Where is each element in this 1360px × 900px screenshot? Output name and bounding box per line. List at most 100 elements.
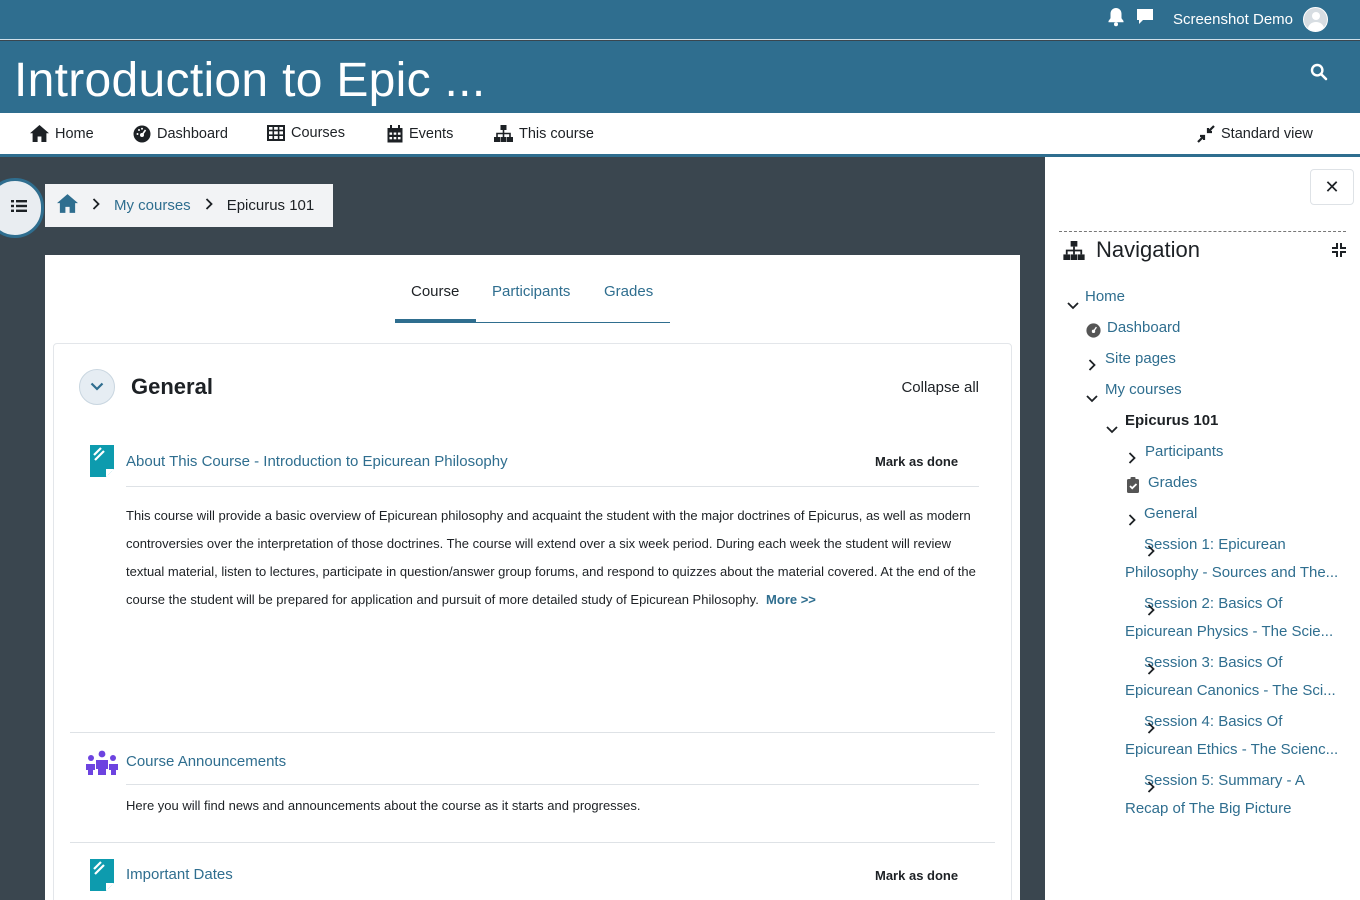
nav-tree-label: General bbox=[1144, 505, 1198, 522]
chevron-down-icon bbox=[90, 378, 104, 396]
nav-tree-label: Session 2: Basics Of Epicurean Physics -… bbox=[1125, 595, 1334, 640]
course-index-toggle[interactable] bbox=[0, 178, 44, 238]
primary-navigation: Home Dashboard Courses Events This cours… bbox=[0, 113, 1360, 157]
home-icon bbox=[30, 125, 49, 142]
page-activity-icon bbox=[90, 859, 114, 896]
dashboard-icon bbox=[133, 125, 151, 143]
nav-tree-label: My courses bbox=[1105, 381, 1182, 398]
breadcrumb-home-icon[interactable] bbox=[57, 194, 78, 217]
close-drawer-button[interactable]: ✕ bbox=[1310, 169, 1354, 205]
divider bbox=[70, 842, 995, 843]
activity-title-announcements[interactable]: Course Announcements bbox=[126, 753, 286, 770]
divider bbox=[70, 732, 995, 733]
list-icon bbox=[11, 199, 27, 218]
dashboard-icon bbox=[1086, 320, 1101, 348]
nav-tree-dashboard[interactable]: Dashboard bbox=[1086, 314, 1181, 342]
chevron-right-icon bbox=[1128, 775, 1155, 803]
chevron-down-icon bbox=[1067, 292, 1079, 320]
nav-tree-session-2[interactable]: Session 2: Basics Of Epicurean Physics -… bbox=[1125, 590, 1347, 646]
nav-home-label: Home bbox=[55, 125, 94, 142]
nav-tree-session-1[interactable]: Session 1: Epicurean Philosophy - Source… bbox=[1125, 531, 1347, 587]
chevron-right-icon bbox=[1128, 446, 1136, 474]
nav-tree-label: Grades bbox=[1148, 474, 1198, 491]
nav-events-label: Events bbox=[409, 126, 454, 142]
search-icon[interactable] bbox=[1310, 63, 1328, 86]
user-name[interactable]: Screenshot Demo bbox=[1173, 11, 1293, 28]
nav-dashboard-label: Dashboard bbox=[157, 126, 228, 142]
nav-this-course-label: This course bbox=[519, 125, 594, 142]
breadcrumb: My courses Epicurus 101 bbox=[45, 184, 333, 227]
tab-grades[interactable]: Grades bbox=[604, 283, 653, 300]
chevron-down-icon bbox=[1086, 385, 1098, 413]
page-header: Introduction to Epic ... bbox=[0, 41, 1360, 113]
compress-icon bbox=[1197, 125, 1215, 143]
nav-tree-my-courses[interactable]: My courses bbox=[1086, 376, 1182, 404]
nav-tree-label: Home bbox=[1085, 288, 1126, 305]
nav-tree-label: Epicurus 101 bbox=[1125, 412, 1219, 429]
section-title: General bbox=[131, 374, 213, 399]
section-collapse-button[interactable] bbox=[79, 369, 115, 405]
activity-title-important-dates[interactable]: Important Dates bbox=[126, 866, 233, 883]
sitemap-icon bbox=[1063, 241, 1085, 265]
nav-courses-label: Courses bbox=[291, 125, 345, 141]
main-content: Course Participants Grades General Colla… bbox=[45, 255, 1020, 900]
section-general: General Collapse all About This Course -… bbox=[53, 343, 1012, 900]
sitemap-icon bbox=[494, 125, 513, 142]
avatar[interactable] bbox=[1303, 7, 1328, 32]
nav-tree-general[interactable]: General bbox=[1128, 500, 1198, 528]
activity-description-announcements: Here you will find news and announcement… bbox=[126, 798, 641, 813]
chevron-right-icon bbox=[92, 197, 100, 214]
mark-as-done-button[interactable]: Mark as done bbox=[875, 868, 958, 883]
navigation-block-title: Navigation bbox=[1096, 237, 1200, 262]
nav-tree-label: Site pages bbox=[1105, 350, 1176, 367]
chevron-right-icon bbox=[1128, 657, 1155, 685]
minimize-icon[interactable] bbox=[1332, 243, 1346, 262]
nav-home[interactable]: Home bbox=[30, 125, 94, 142]
description-text: This course will provide a basic overvie… bbox=[126, 508, 976, 607]
nav-events[interactable]: Events bbox=[387, 125, 453, 143]
nav-courses[interactable]: Courses bbox=[267, 125, 345, 141]
collapse-all-link[interactable]: Collapse all bbox=[901, 379, 979, 396]
nav-tree-session-3[interactable]: Session 3: Basics Of Epicurean Canonics … bbox=[1125, 649, 1347, 705]
nav-tree-site-pages[interactable]: Site pages bbox=[1088, 345, 1176, 373]
tab-course[interactable]: Course bbox=[411, 283, 459, 300]
course-tabs: Course Participants Grades bbox=[395, 255, 670, 323]
tab-participants[interactable]: Participants bbox=[492, 283, 570, 300]
activity-title-about[interactable]: About This Course - Introduction to Epic… bbox=[126, 453, 508, 470]
divider bbox=[126, 486, 979, 487]
mark-as-done-button[interactable]: Mark as done bbox=[875, 454, 958, 469]
nav-tree-label: Participants bbox=[1145, 443, 1224, 460]
nav-tree-label: Session 3: Basics Of Epicurean Canonics … bbox=[1125, 654, 1336, 699]
nav-tree-participants[interactable]: Participants bbox=[1128, 438, 1224, 466]
nav-tree-label: Session 4: Basics Of Epicurean Ethics - … bbox=[1125, 713, 1339, 758]
chevron-right-icon bbox=[1128, 539, 1155, 567]
nav-tree-session-5[interactable]: Session 5: Summary - A Recap of The Big … bbox=[1125, 767, 1325, 823]
activity-description-about: This course will provide a basic overvie… bbox=[126, 502, 986, 614]
block-drawer: ✕ Navigation Home Dashboard Site pages M… bbox=[1045, 157, 1360, 900]
standard-view-label: Standard view bbox=[1221, 126, 1313, 142]
nav-tree-label: Dashboard bbox=[1107, 319, 1181, 336]
nav-tree-label: Session 1: Epicurean Philosophy - Source… bbox=[1125, 536, 1339, 581]
nav-tree-session-4[interactable]: Session 4: Basics Of Epicurean Ethics - … bbox=[1125, 708, 1347, 764]
chat-icon[interactable] bbox=[1135, 7, 1155, 32]
chevron-down-icon bbox=[1106, 416, 1118, 444]
breadcrumb-my-courses[interactable]: My courses bbox=[114, 197, 191, 214]
calendar-icon bbox=[387, 125, 403, 143]
standard-view-button[interactable]: Standard view bbox=[1197, 125, 1313, 143]
nav-tree-epicurus-101[interactable]: Epicurus 101 bbox=[1106, 407, 1219, 435]
chevron-right-icon bbox=[1088, 353, 1096, 381]
nav-dashboard[interactable]: Dashboard bbox=[133, 125, 228, 143]
page-title: Introduction to Epic ... bbox=[14, 54, 486, 107]
nav-this-course[interactable]: This course bbox=[494, 125, 594, 142]
bell-icon[interactable] bbox=[1107, 7, 1125, 32]
chevron-right-icon bbox=[1128, 598, 1155, 626]
nav-tree-home[interactable]: Home bbox=[1067, 283, 1126, 311]
more-link[interactable]: More >> bbox=[766, 592, 816, 607]
block-divider bbox=[1059, 231, 1346, 232]
active-tab-indicator bbox=[395, 319, 476, 322]
chevron-right-icon bbox=[1128, 716, 1155, 744]
chevron-right-icon bbox=[205, 197, 213, 214]
forum-icon bbox=[86, 750, 118, 781]
nav-tree-grades[interactable]: Grades bbox=[1127, 469, 1198, 497]
breadcrumb-current: Epicurus 101 bbox=[226, 197, 315, 214]
